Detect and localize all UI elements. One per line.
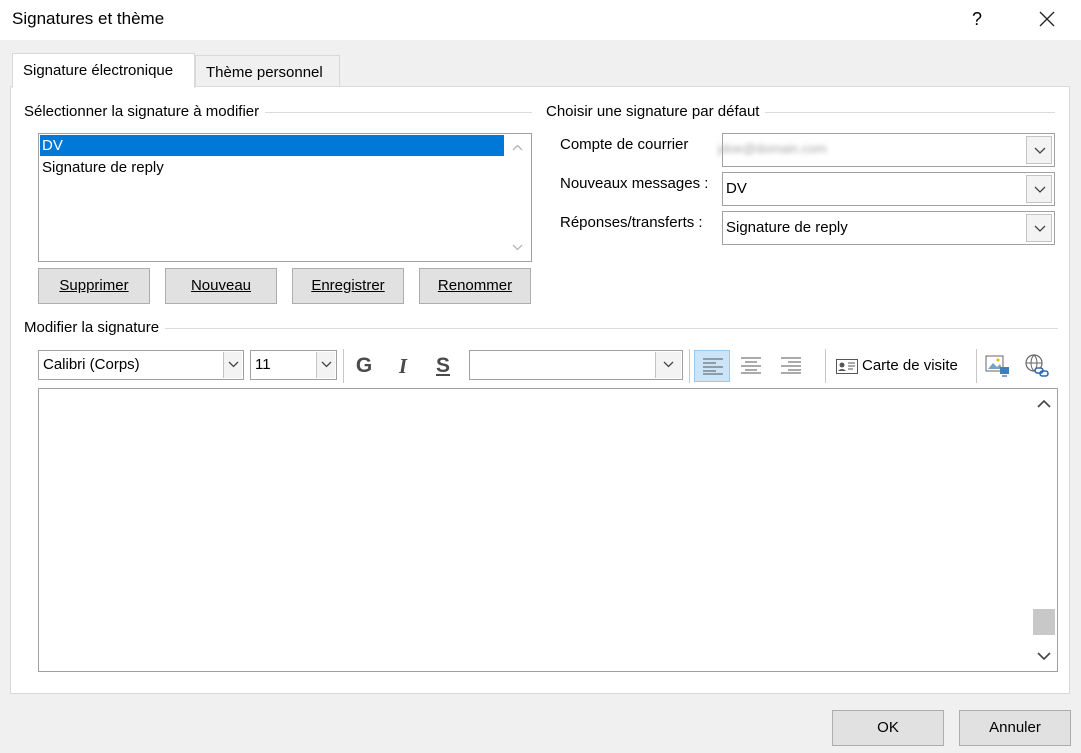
group-divider (30, 328, 1058, 329)
editor-scrollbar[interactable] (1031, 389, 1057, 671)
font-size-select[interactable]: 11 (250, 350, 337, 380)
new-messages-label: Nouveaux messages : (560, 175, 709, 192)
toolbar-separator (689, 349, 690, 383)
replies-value: Signature de reply (726, 219, 848, 236)
chevron-up-icon[interactable] (1037, 399, 1051, 408)
new-messages-dropdown-button[interactable] (1026, 175, 1052, 203)
account-label: Compte de courrier (560, 136, 689, 153)
business-card-icon (836, 359, 858, 374)
align-right-button[interactable] (773, 350, 809, 382)
new-messages-value: DV (726, 180, 747, 197)
font-size-dropdown-button[interactable] (316, 352, 335, 378)
font-size-value: 11 (255, 356, 271, 373)
close-button[interactable] (1028, 0, 1068, 40)
align-left-button[interactable] (694, 350, 730, 382)
tab-signature-electronique[interactable]: Signature électronique (12, 53, 195, 88)
insert-picture-button[interactable] (984, 353, 1012, 381)
dropdown-arrow-icon (228, 361, 239, 368)
business-card-label: Carte de visite (862, 357, 958, 374)
rename-button-label: Renommer (437, 277, 513, 294)
insert-hyperlink-button[interactable] (1024, 353, 1052, 381)
tab-theme-personnel[interactable]: Thème personnel (195, 55, 340, 88)
new-button-label: Nouveau (190, 277, 252, 294)
window-title: Signatures et thème (12, 9, 165, 28)
replies-label: Réponses/transferts : (560, 214, 703, 231)
italic-button[interactable]: I (386, 351, 420, 381)
replies-select[interactable]: Signature de reply (722, 211, 1055, 245)
save-button[interactable]: Enregistrer (292, 268, 404, 304)
new-button[interactable]: Nouveau (165, 268, 277, 304)
font-value: Calibri (Corps) (43, 356, 140, 373)
dropdown-arrow-icon (663, 361, 674, 368)
cancel-button[interactable]: Annuler (959, 710, 1071, 746)
delete-button-label: Supprimer (59, 277, 129, 294)
ok-button[interactable]: OK (832, 710, 944, 746)
tab-label: Thème personnel (206, 64, 323, 81)
toolbar-separator (825, 349, 826, 383)
signature-list[interactable]: DV Signature de reply (38, 133, 532, 262)
rename-button[interactable]: Renommer (419, 268, 531, 304)
list-scrollbar[interactable] (504, 134, 531, 261)
dropdown-arrow-icon (1034, 225, 1046, 232)
toolbar-separator (976, 349, 977, 383)
list-item-dv[interactable]: DV (40, 135, 504, 156)
default-signature-heading: Choisir une signature par défaut (546, 103, 766, 120)
scrollbar-thumb[interactable] (1033, 609, 1055, 635)
dropdown-arrow-icon (321, 361, 332, 368)
font-color-dropdown-button[interactable] (655, 352, 681, 378)
chevron-up-icon[interactable] (512, 144, 523, 151)
title-bar: Signatures et thème ? (0, 0, 1081, 40)
align-left-icon (703, 358, 723, 375)
tab-label: Signature électronique (23, 62, 174, 79)
edit-signature-heading: Modifier la signature (24, 319, 166, 336)
align-right-icon (781, 357, 801, 374)
bold-button[interactable]: G (347, 351, 381, 381)
signature-editor[interactable] (38, 388, 1058, 672)
chevron-down-icon[interactable] (512, 244, 523, 251)
align-center-icon (741, 357, 761, 374)
toolbar-separator (343, 349, 344, 383)
chevron-down-icon[interactable] (1037, 652, 1051, 661)
help-button[interactable]: ? (960, 0, 994, 40)
new-messages-select[interactable]: DV (722, 172, 1055, 206)
underline-button[interactable]: S (426, 351, 460, 381)
close-icon (1039, 11, 1055, 27)
dropdown-arrow-icon (1034, 186, 1046, 193)
replies-dropdown-button[interactable] (1026, 214, 1052, 242)
dropdown-arrow-icon (1034, 147, 1046, 154)
account-dropdown-button[interactable] (1026, 136, 1052, 164)
delete-button[interactable]: Supprimer (38, 268, 150, 304)
select-signature-heading: Sélectionner la signature à modifier (24, 103, 266, 120)
insert-picture-icon (985, 355, 1009, 377)
font-color-select[interactable] (469, 350, 683, 380)
hyperlink-icon (1025, 354, 1049, 377)
font-select[interactable]: Calibri (Corps) (38, 350, 244, 380)
save-button-label: Enregistrer (311, 277, 385, 294)
account-value: jdoe@domain.com (718, 141, 827, 156)
list-item-reply[interactable]: Signature de reply (40, 157, 164, 178)
align-center-button[interactable] (733, 350, 769, 382)
font-dropdown-button[interactable] (223, 352, 242, 378)
